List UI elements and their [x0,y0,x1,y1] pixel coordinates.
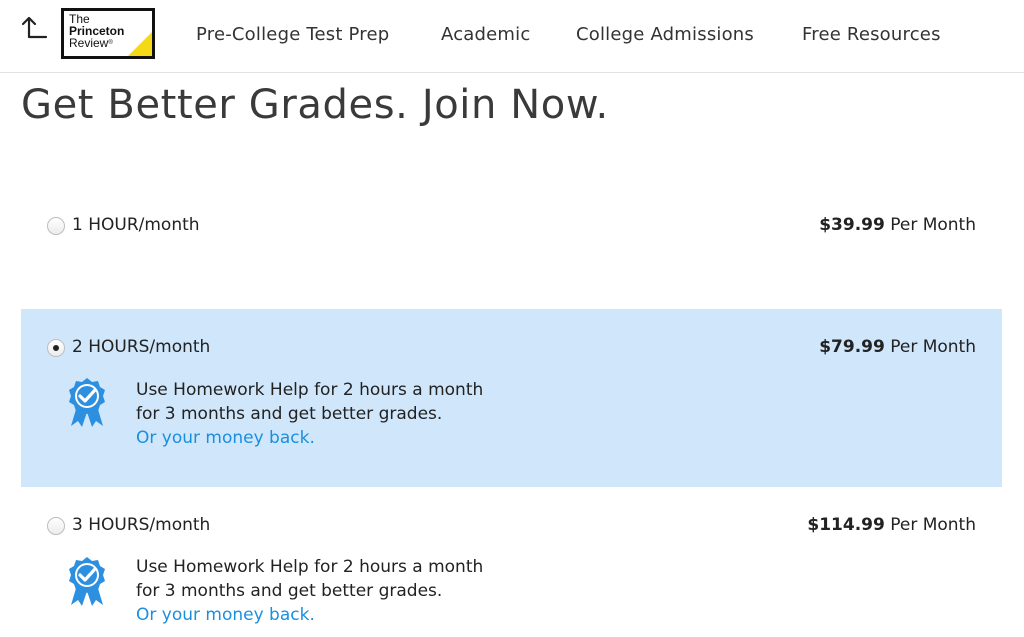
price-suffix: Per Month [890,215,976,235]
money-back-link[interactable]: Or your money back. [136,426,483,450]
price-amount: $79.99 [819,337,885,357]
top-navigation-bar: The Princeton Review® Pre-College Test P… [0,0,1024,73]
back-arrow-icon[interactable] [20,14,48,42]
plan-name: 3 HOURS/month [72,515,211,535]
plan-price: $39.99 Per Month [819,215,976,235]
plan-name: 2 HOURS/month [72,337,211,357]
princeton-review-logo[interactable]: The Princeton Review® [61,8,155,59]
plan-1-radio[interactable] [47,217,65,235]
nav-academic[interactable]: Academic [441,0,530,68]
plan-name: 1 HOUR/month [72,215,200,235]
plan-price: $79.99 Per Month [819,337,976,357]
price-suffix: Per Month [890,515,976,535]
nav-college-admissions[interactable]: College Admissions [576,0,754,68]
price-suffix: Per Month [890,337,976,357]
radio-selected-dot [53,345,59,351]
money-back-link[interactable]: Or your money back. [136,603,483,627]
plan-description: Use Homework Help for 2 hours a month fo… [136,380,484,450]
plan-option-3-hours[interactable]: 3 HOURS/month $114.99 Per Month Use Home… [21,488,1002,637]
nav-free-resources[interactable]: Free Resources [802,0,941,68]
price-amount: $39.99 [819,215,885,235]
plan-option-2-hours[interactable]: 2 HOURS/month $79.99 Per Month Use Homew… [21,309,1002,487]
plan-price: $114.99 Per Month [807,515,976,535]
plan-description: Use Homework Help for 2 hours a month fo… [136,557,484,627]
price-amount: $114.99 [807,515,885,535]
plan-2-radio[interactable] [47,339,65,357]
guarantee-badge-icon [65,376,109,428]
plan-3-radio[interactable] [47,517,65,535]
plan-option-1-hour[interactable]: 1 HOUR/month $39.99 Per Month [21,190,1002,308]
nav-pre-college-test-prep[interactable]: Pre-College Test Prep [196,0,389,68]
page-title: Get Better Grades. Join Now. [21,82,609,128]
logo-yellow-corner [128,32,152,56]
logo-wordmark: The Princeton Review® [69,12,125,50]
guarantee-badge-icon [65,555,109,607]
